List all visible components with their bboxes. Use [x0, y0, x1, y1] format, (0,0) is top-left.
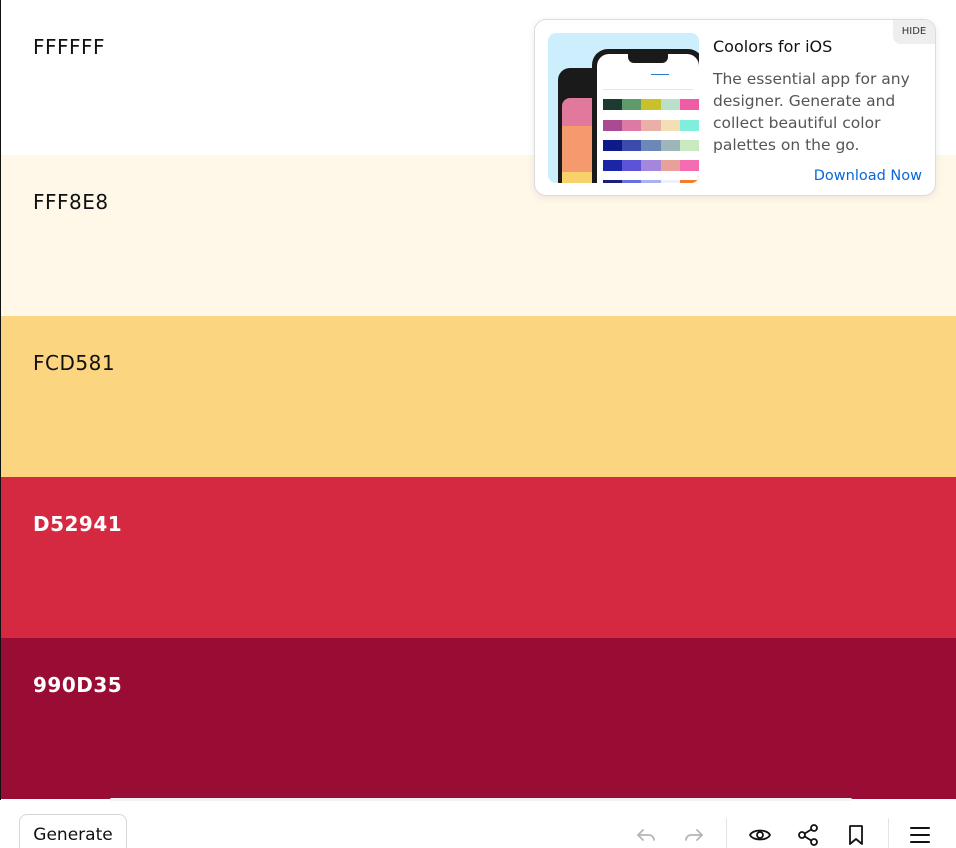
eye-icon[interactable] — [747, 822, 773, 848]
app-preview-image — [548, 33, 699, 183]
ad-description: The essential app for any designer. Gene… — [713, 70, 910, 154]
hex-code[interactable]: 990D35 — [33, 673, 122, 697]
toolbar-separator — [726, 818, 727, 848]
color-swatch[interactable]: FCD581 — [1, 316, 956, 477]
generate-button[interactable]: Generate — [19, 814, 127, 848]
download-now-link[interactable]: Download Now — [814, 168, 922, 184]
color-swatch[interactable]: D52941 — [1, 477, 956, 638]
redo-icon[interactable] — [681, 822, 707, 848]
ad-title: Coolors for iOS — [713, 37, 833, 56]
toolbar-separator — [888, 818, 889, 848]
hex-code[interactable]: D52941 — [33, 512, 122, 536]
phone-mockup-front — [592, 49, 699, 183]
bookmark-icon[interactable] — [843, 822, 869, 848]
hex-code[interactable]: FCD581 — [33, 351, 115, 375]
menu-icon[interactable] — [907, 822, 933, 848]
hex-code[interactable]: FFF8E8 — [33, 190, 109, 214]
ios-app-ad-card[interactable]: HIDE Coolors for iOS The essential app f… — [534, 19, 936, 196]
toolbar-divider — [110, 798, 852, 801]
hide-ad-button[interactable]: HIDE — [893, 20, 935, 44]
hex-code[interactable]: FFFFFF — [33, 35, 105, 59]
color-swatch[interactable]: 990D35 — [1, 638, 956, 799]
undo-icon[interactable] — [633, 822, 659, 848]
share-icon[interactable] — [795, 822, 821, 848]
